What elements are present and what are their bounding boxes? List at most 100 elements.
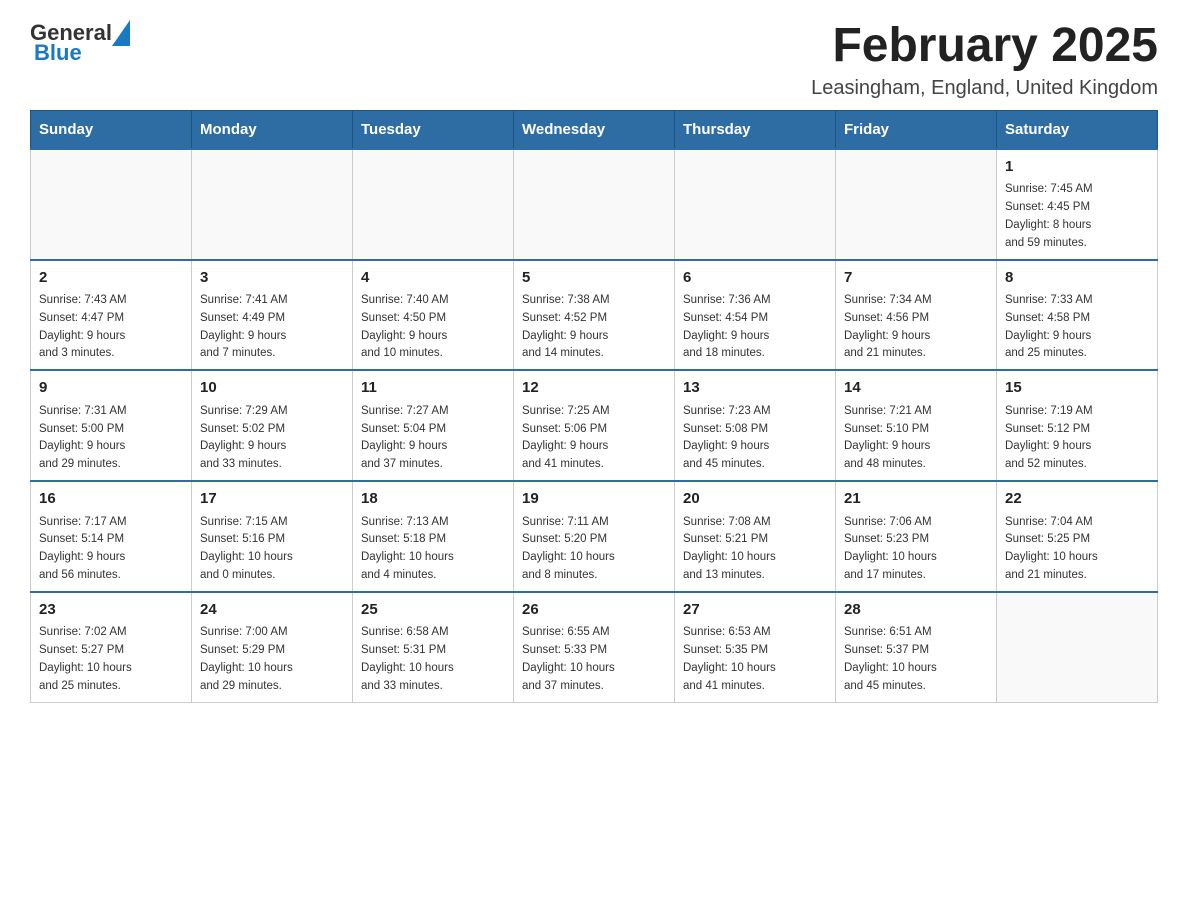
calendar-cell [836, 149, 997, 260]
day-info: Sunrise: 7:40 AM Sunset: 4:50 PM Dayligh… [361, 292, 505, 363]
calendar-cell [31, 149, 192, 260]
calendar-cell: 10 Sunrise: 7:29 AM Sunset: 5:02 PM Dayli… [192, 370, 353, 481]
day-number: 11 [361, 377, 505, 400]
calendar-cell: 24Sunrise: 7:00 AM Sunset: 5:29 PM Dayli… [192, 592, 353, 702]
logo-triangle-icon [112, 20, 130, 46]
page-subtitle: Leasingham, England, United Kingdom [811, 77, 1158, 100]
calendar-cell: 12 Sunrise: 7:25 AM Sunset: 5:06 PM Dayli… [514, 370, 675, 481]
calendar-week-0: 1Sunrise: 7:45 AM Sunset: 4:45 PM Daylig… [31, 149, 1158, 260]
col-saturday: Saturday [997, 110, 1158, 149]
day-number: 14 [844, 377, 988, 400]
title-area: February 2025 Leasingham, England, Unite… [811, 20, 1158, 100]
col-wednesday: Wednesday [514, 110, 675, 149]
col-thursday: Thursday [675, 110, 836, 149]
calendar-cell: 27Sunrise: 6:53 AM Sunset: 5:35 PM Dayli… [675, 592, 836, 702]
calendar-cell: 11 Sunrise: 7:27 AM Sunset: 5:04 PM Dayli… [353, 370, 514, 481]
calendar-cell: 8Sunrise: 7:33 AM Sunset: 4:58 PM Daylig… [997, 260, 1158, 371]
calendar-week-4: 23Sunrise: 7:02 AM Sunset: 5:27 PM Dayli… [31, 592, 1158, 702]
calendar-header: Sunday Monday Tuesday Wednesday Thursday… [31, 110, 1158, 149]
calendar-cell: 9 Sunrise: 7:31 AM Sunset: 5:00 PM Daylig… [31, 370, 192, 481]
page-title: February 2025 [811, 20, 1158, 73]
day-number: 9 [39, 377, 183, 400]
day-info: Sunrise: 7:00 AM Sunset: 5:29 PM Dayligh… [200, 624, 344, 695]
calendar-cell: 19 Sunrise: 7:11 AM Sunset: 5:20 PM Dayli… [514, 481, 675, 592]
calendar-cell: 14Sunrise: 7:21 AM Sunset: 5:10 PM Dayli… [836, 370, 997, 481]
day-info: Sunrise: 7:31 AM Sunset: 5:00 PM Dayligh… [39, 403, 183, 474]
day-info: Sunrise: 7:27 AM Sunset: 5:04 PM Dayligh… [361, 403, 505, 474]
day-number: 21 [844, 488, 988, 511]
day-number: 19 [522, 488, 666, 511]
day-number: 22 [1005, 488, 1149, 511]
day-info: Sunrise: 7:08 AM Sunset: 5:21 PM Dayligh… [683, 514, 827, 585]
day-info: Sunrise: 7:11 AM Sunset: 5:20 PM Dayligh… [522, 514, 666, 585]
day-info: Sunrise: 7:17 AM Sunset: 5:14 PM Dayligh… [39, 514, 183, 585]
day-info: Sunrise: 7:04 AM Sunset: 5:25 PM Dayligh… [1005, 514, 1149, 585]
day-number: 24 [200, 599, 344, 622]
day-info: Sunrise: 7:25 AM Sunset: 5:06 PM Dayligh… [522, 403, 666, 474]
day-info: Sunrise: 6:58 AM Sunset: 5:31 PM Dayligh… [361, 624, 505, 695]
col-friday: Friday [836, 110, 997, 149]
day-number: 6 [683, 267, 827, 290]
day-info: Sunrise: 7:38 AM Sunset: 4:52 PM Dayligh… [522, 292, 666, 363]
calendar-cell: 7Sunrise: 7:34 AM Sunset: 4:56 PM Daylig… [836, 260, 997, 371]
calendar-cell: 22 Sunrise: 7:04 AM Sunset: 5:25 PM Dayli… [997, 481, 1158, 592]
day-info: Sunrise: 7:41 AM Sunset: 4:49 PM Dayligh… [200, 292, 344, 363]
day-number: 25 [361, 599, 505, 622]
day-info: Sunrise: 7:15 AM Sunset: 5:16 PM Dayligh… [200, 514, 344, 585]
day-info: Sunrise: 7:23 AM Sunset: 5:08 PM Dayligh… [683, 403, 827, 474]
calendar-cell: 6Sunrise: 7:36 AM Sunset: 4:54 PM Daylig… [675, 260, 836, 371]
calendar-week-1: 2Sunrise: 7:43 AM Sunset: 4:47 PM Daylig… [31, 260, 1158, 371]
logo-blue: Blue [34, 40, 82, 66]
day-info: Sunrise: 6:51 AM Sunset: 5:37 PM Dayligh… [844, 624, 988, 695]
day-number: 3 [200, 267, 344, 290]
day-number: 17 [200, 488, 344, 511]
day-info: Sunrise: 7:33 AM Sunset: 4:58 PM Dayligh… [1005, 292, 1149, 363]
calendar-cell: 26Sunrise: 6:55 AM Sunset: 5:33 PM Dayli… [514, 592, 675, 702]
day-number: 1 [1005, 156, 1149, 179]
calendar-cell: 15 Sunrise: 7:19 AM Sunset: 5:12 PM Dayli… [997, 370, 1158, 481]
day-number: 16 [39, 488, 183, 511]
calendar-cell: 3Sunrise: 7:41 AM Sunset: 4:49 PM Daylig… [192, 260, 353, 371]
day-number: 18 [361, 488, 505, 511]
day-info: Sunrise: 7:19 AM Sunset: 5:12 PM Dayligh… [1005, 403, 1149, 474]
day-number: 28 [844, 599, 988, 622]
day-info: Sunrise: 7:43 AM Sunset: 4:47 PM Dayligh… [39, 292, 183, 363]
day-number: 5 [522, 267, 666, 290]
calendar-cell: 2Sunrise: 7:43 AM Sunset: 4:47 PM Daylig… [31, 260, 192, 371]
day-number: 2 [39, 267, 183, 290]
day-info: Sunrise: 6:53 AM Sunset: 5:35 PM Dayligh… [683, 624, 827, 695]
calendar-cell: 21Sunrise: 7:06 AM Sunset: 5:23 PM Dayli… [836, 481, 997, 592]
calendar-cell [675, 149, 836, 260]
calendar-cell [192, 149, 353, 260]
calendar-cell: 18 Sunrise: 7:13 AM Sunset: 5:18 PM Dayli… [353, 481, 514, 592]
day-number: 7 [844, 267, 988, 290]
day-info: Sunrise: 7:13 AM Sunset: 5:18 PM Dayligh… [361, 514, 505, 585]
logo: General Blue [30, 20, 132, 66]
day-number: 12 [522, 377, 666, 400]
col-tuesday: Tuesday [353, 110, 514, 149]
calendar-table: Sunday Monday Tuesday Wednesday Thursday… [30, 110, 1158, 703]
col-sunday: Sunday [31, 110, 192, 149]
header-row: Sunday Monday Tuesday Wednesday Thursday… [31, 110, 1158, 149]
calendar-cell: 16 Sunrise: 7:17 AM Sunset: 5:14 PM Dayli… [31, 481, 192, 592]
day-number: 26 [522, 599, 666, 622]
calendar-cell [353, 149, 514, 260]
calendar-cell: 17 Sunrise: 7:15 AM Sunset: 5:16 PM Dayli… [192, 481, 353, 592]
day-number: 4 [361, 267, 505, 290]
calendar-cell: 1Sunrise: 7:45 AM Sunset: 4:45 PM Daylig… [997, 149, 1158, 260]
calendar-cell: 13Sunrise: 7:23 AM Sunset: 5:08 PM Dayli… [675, 370, 836, 481]
day-info: Sunrise: 7:36 AM Sunset: 4:54 PM Dayligh… [683, 292, 827, 363]
calendar-cell [514, 149, 675, 260]
day-number: 15 [1005, 377, 1149, 400]
day-number: 23 [39, 599, 183, 622]
day-number: 10 [200, 377, 344, 400]
day-number: 27 [683, 599, 827, 622]
calendar-body: 1Sunrise: 7:45 AM Sunset: 4:45 PM Daylig… [31, 149, 1158, 702]
day-info: Sunrise: 7:45 AM Sunset: 4:45 PM Dayligh… [1005, 181, 1149, 252]
calendar-cell: 28Sunrise: 6:51 AM Sunset: 5:37 PM Dayli… [836, 592, 997, 702]
day-info: Sunrise: 6:55 AM Sunset: 5:33 PM Dayligh… [522, 624, 666, 695]
calendar-cell: 4Sunrise: 7:40 AM Sunset: 4:50 PM Daylig… [353, 260, 514, 371]
day-info: Sunrise: 7:02 AM Sunset: 5:27 PM Dayligh… [39, 624, 183, 695]
day-info: Sunrise: 7:29 AM Sunset: 5:02 PM Dayligh… [200, 403, 344, 474]
day-number: 20 [683, 488, 827, 511]
